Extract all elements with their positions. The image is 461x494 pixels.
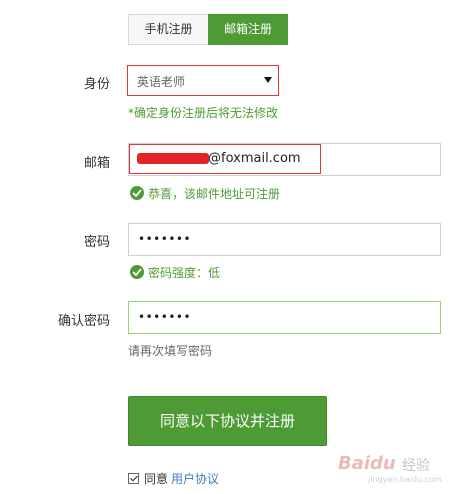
identity-hint: *确定身份注册后将无法修改	[128, 106, 279, 120]
confirm-password-hint: 请再次填写密码	[128, 344, 213, 358]
agreement-row: 同意 用户协议	[128, 470, 219, 487]
email-label: 邮箱	[83, 156, 110, 171]
tab-phone-register[interactable]: 手机注册	[128, 14, 208, 45]
password-strength: 密码强度：低	[148, 266, 221, 280]
confirm-password-label: 确认密码	[57, 314, 110, 329]
tab-email-register[interactable]: 邮箱注册	[208, 14, 288, 45]
watermark-suffix: 经验	[402, 458, 430, 474]
password-mask: •••••••	[138, 232, 192, 246]
password-label: 密码	[83, 235, 110, 250]
identity-label: 身份	[83, 77, 110, 92]
email-value: @foxmail.com	[208, 151, 301, 166]
agree-checkbox[interactable]	[128, 473, 139, 484]
agree-register-button[interactable]: 同意以下协议并注册	[128, 396, 327, 446]
confirm-password-field[interactable]: •••••••	[128, 301, 441, 334]
agree-text: 同意	[144, 472, 169, 486]
identity-selected-value: 英语老师	[137, 75, 186, 89]
redacted-scribble	[137, 153, 209, 164]
user-agreement-link[interactable]: 用户协议	[171, 470, 219, 487]
baidu-jingyan-watermark: Baidu 经验 jingyan.baidu.com	[338, 451, 456, 487]
dropdown-arrow-icon	[264, 77, 272, 83]
register-tabs: 手机注册 邮箱注册	[128, 14, 288, 45]
check-icon	[130, 265, 144, 279]
confirm-password-mask: •••••••	[138, 310, 192, 324]
watermark-brand: Baidu	[338, 453, 396, 474]
email-status: 恭喜，该邮件地址可注册	[148, 187, 281, 201]
watermark-url: jingyan.baidu.com	[368, 475, 442, 484]
identity-select[interactable]: 英语老师	[127, 65, 279, 96]
check-icon	[130, 186, 144, 200]
password-field[interactable]: •••••••	[128, 223, 441, 256]
